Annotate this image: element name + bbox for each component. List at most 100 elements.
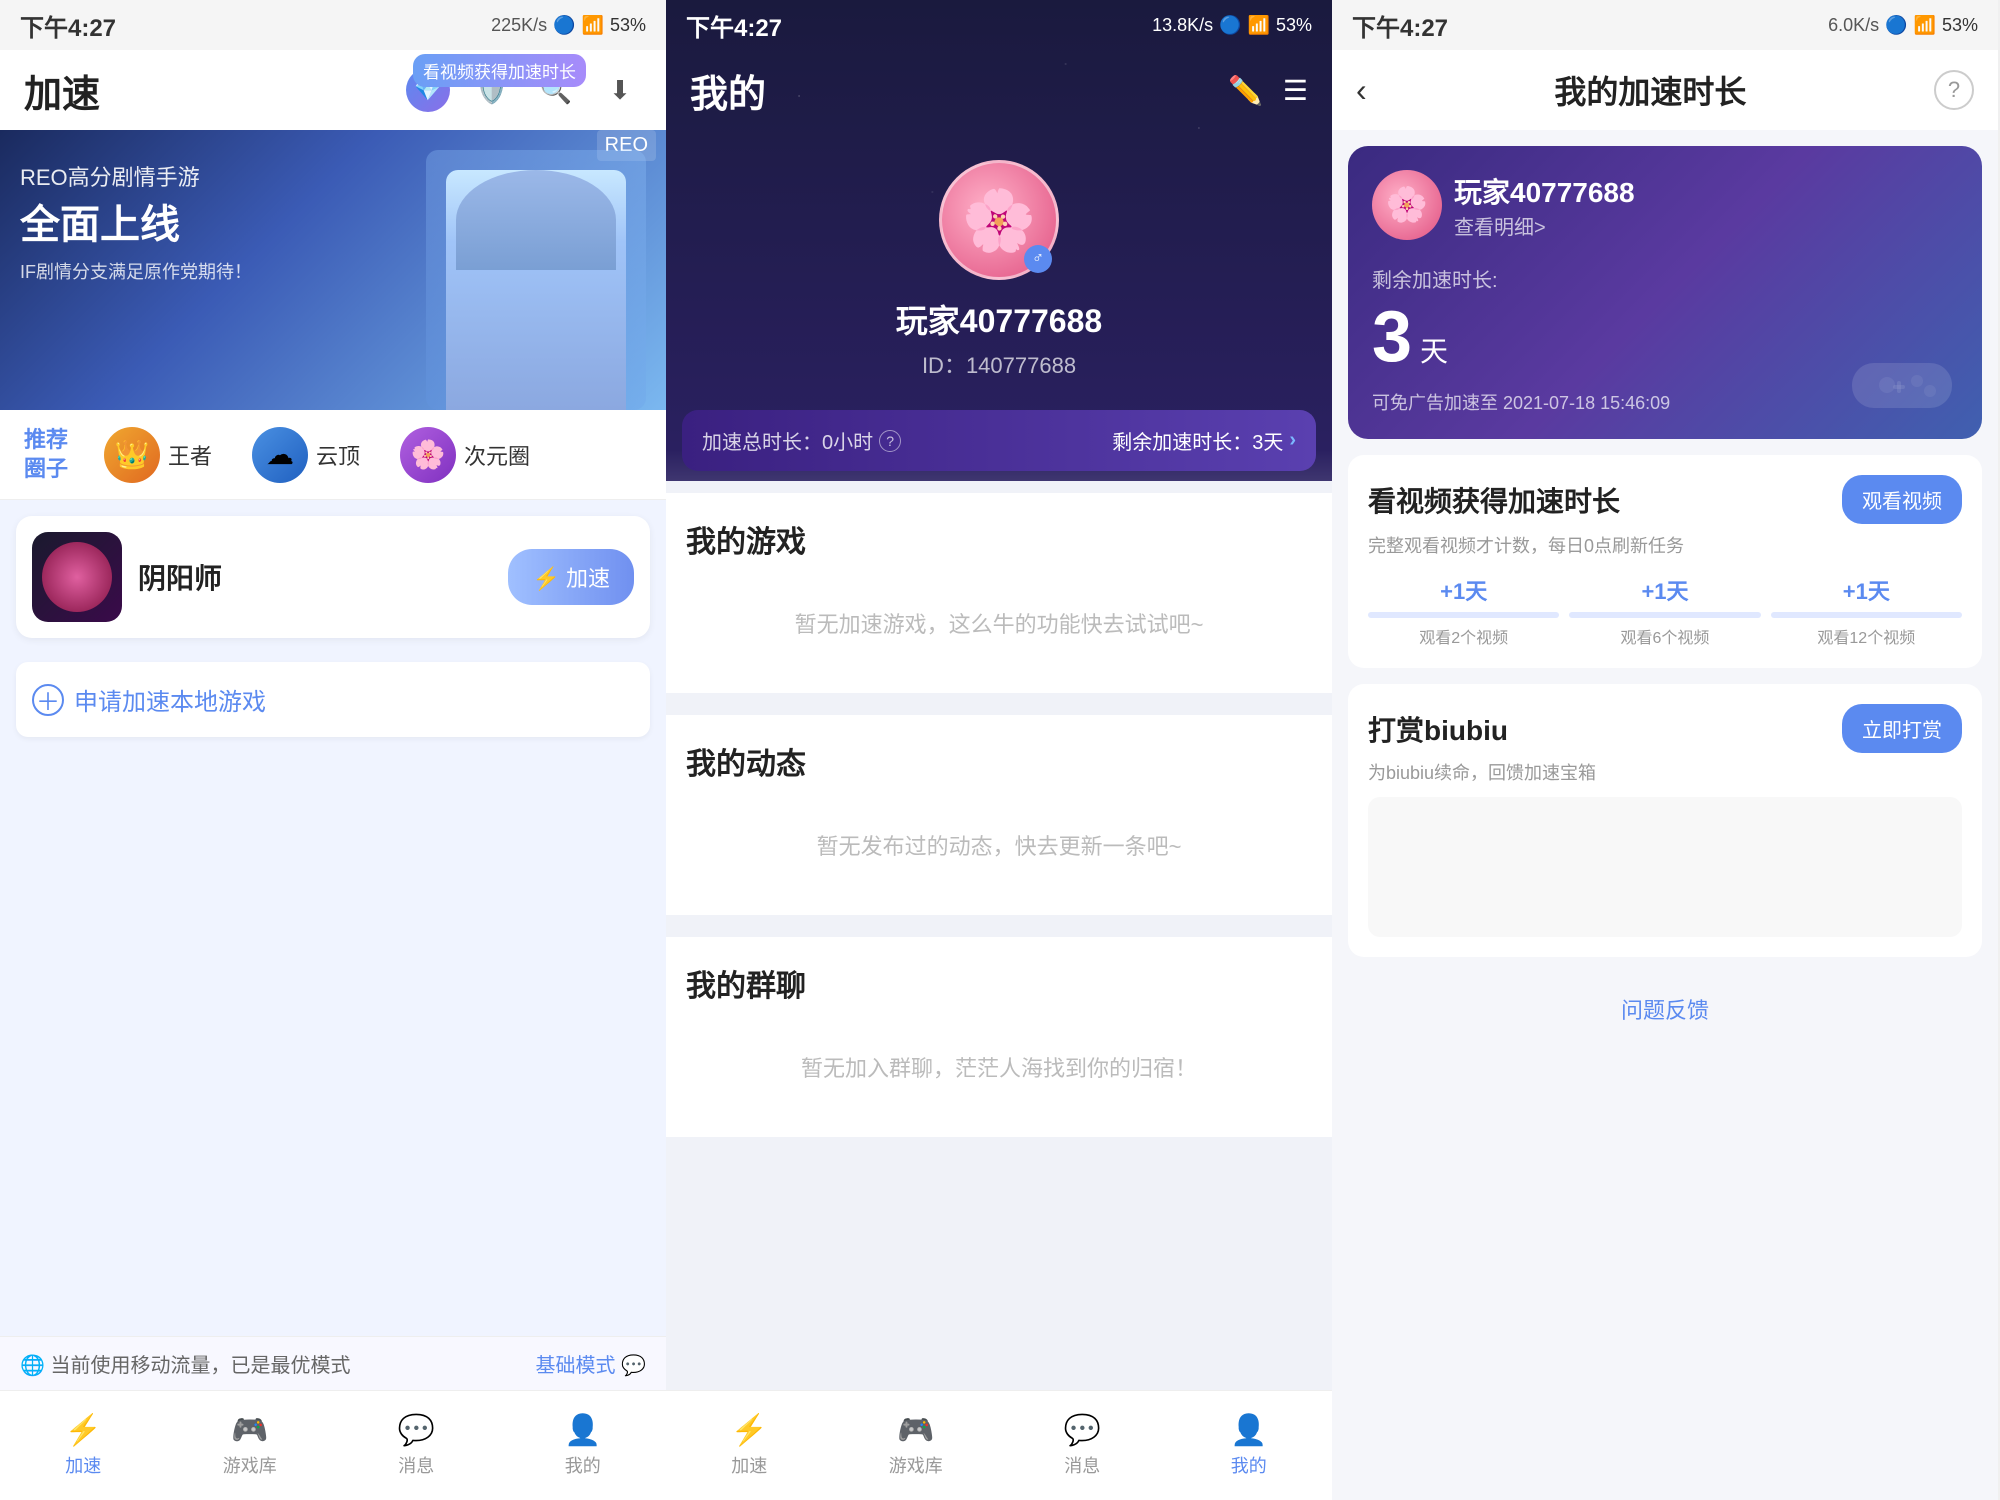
my-feed-title: 我的动态: [686, 739, 1312, 783]
tab-wangzhe[interactable]: 👑 王者: [92, 419, 224, 491]
game-card-yinyangshi: 阴阳师 ⚡ 加速: [16, 516, 650, 638]
watch-video-section: 看视频获得加速时长 观看视频 完整观看视频才计数，每日0点刷新任务 +1天 观看…: [1348, 455, 1982, 668]
user-card-avatar: 🌸: [1372, 170, 1442, 240]
panel-speed-duration: 下午4:27 6.0K/s 🔵 📶 53% ‹ 我的加速时长 ? 🌸 玩家407…: [1332, 0, 1998, 1500]
reward-area: [1368, 797, 1962, 937]
video-task-12: +1天 观看12个视频: [1771, 574, 1962, 648]
bottom-nav-1: ⚡ 加速 🎮 游戏库 💬 消息 👤 我的: [0, 1390, 666, 1500]
panel2-scroll: 我的游戏 暂无加速游戏，这么牛的功能快去试试吧~ 我的动态 暂无发布过的动态，快…: [666, 481, 1332, 1390]
nav-gamelibrary[interactable]: 🎮 游戏库: [167, 1413, 334, 1478]
speed-nav-label-2: 加速: [731, 1452, 767, 1478]
speed-badge: 看视频获得加速时长: [413, 54, 586, 87]
status-icons-3: 6.0K/s 🔵 📶 53%: [1828, 15, 1978, 36]
bottom-tip: 🌐 当前使用移动流量，已是最优模式 基础模式 💬: [0, 1336, 666, 1390]
status-time-2: 下午4:27: [686, 8, 782, 43]
ciyuan-icon: 🌸: [400, 427, 456, 483]
plus-icon: ＋: [32, 684, 64, 716]
help-button[interactable]: ?: [1934, 70, 1974, 110]
wangzhe-icon: 👑: [104, 427, 160, 483]
battery-3: 53%: [1942, 15, 1978, 36]
speed-nav-icon: ⚡: [65, 1413, 102, 1448]
panel2-header: 我的 ✏️ ☰: [666, 50, 1332, 130]
edit-icon[interactable]: ✏️: [1228, 74, 1263, 107]
video-task-6: +1天 观看6个视频: [1569, 574, 1760, 648]
panel1-title: 加速: [24, 63, 100, 118]
anime-hair: [456, 170, 616, 270]
signal-icon-3: 📶: [1914, 15, 1936, 36]
task-label-2: 观看6个视频: [1621, 624, 1710, 648]
nav2-speed[interactable]: ⚡ 加速: [666, 1413, 833, 1478]
speed-indicator-1: 225K/s: [491, 15, 547, 36]
user-card-left: 🌸 玩家40777688 查看明细> 剩余加速时长: 3 天 可免广告加速至 2…: [1372, 170, 1670, 415]
profile-section: 🌸 ♂ 玩家40777688 ID：140777688: [666, 130, 1332, 400]
back-button[interactable]: ‹: [1356, 72, 1367, 109]
reward-desc: 为biubiu续命，回馈加速宝箱: [1368, 759, 1962, 785]
battery-2: 53%: [1276, 15, 1312, 36]
ad-free-text: 可免广告加速至 2021-07-18 15:46:09: [1372, 389, 1670, 415]
my-groups-title: 我的群聊: [686, 961, 1312, 1005]
banner-text: REO高分剧情手游 全面上线 IF剧情分支满足原作党期待！: [20, 160, 252, 284]
task-label-3: 观看12个视频: [1817, 624, 1915, 648]
gamelibrary-nav-label: 游戏库: [223, 1452, 277, 1478]
feedback-link[interactable]: 问题反馈: [1332, 973, 1998, 1045]
nav-speed[interactable]: ⚡ 加速: [0, 1413, 167, 1478]
remaining-unit: 天: [1420, 330, 1448, 370]
reward-title: 打赏biubiu: [1368, 709, 1508, 749]
tab-ciyuan[interactable]: 🌸 次元圈: [388, 419, 542, 491]
question-icon: ?: [879, 430, 901, 452]
apply-local-game[interactable]: ＋ 申请加速本地游戏: [16, 662, 650, 737]
nav2-gamelibrary[interactable]: 🎮 游戏库: [833, 1413, 1000, 1478]
status-time-1: 下午4:27: [20, 8, 116, 43]
banner-sub: REO高分剧情手游: [20, 160, 252, 192]
user-card: 🌸 玩家40777688 查看明细> 剩余加速时长: 3 天 可免广告加速至 2…: [1348, 146, 1982, 439]
game-icon-yinyangshi: [32, 532, 122, 622]
task-plus-3: +1天: [1843, 574, 1890, 606]
task-label-1: 观看2个视频: [1419, 624, 1508, 648]
watch-desc: 完整观看视频才计数，每日0点刷新任务: [1368, 532, 1962, 558]
nav-messages[interactable]: 💬 消息: [333, 1413, 500, 1478]
tab-yunding[interactable]: ☁ 云顶: [240, 419, 372, 491]
reward-header: 打赏biubiu 立即打赏: [1368, 704, 1962, 753]
nav-profile[interactable]: 👤 我的: [500, 1413, 667, 1478]
task-bar-2: [1569, 612, 1760, 618]
speed-info-bar[interactable]: 加速总时长：0小时 ? 剩余加速时长：3天 ›: [682, 410, 1316, 471]
panel3-title: 我的加速时长: [1554, 67, 1746, 113]
status-bar-2: 下午4:27 13.8K/s 🔵 📶 53%: [666, 0, 1332, 50]
gamelibrary-nav-label-2: 游戏库: [889, 1452, 943, 1478]
speed-button[interactable]: ⚡ 加速: [508, 549, 634, 605]
game-icon-inner: [42, 542, 112, 612]
bottom-nav-2: ⚡ 加速 🎮 游戏库 💬 消息 👤 我的: [666, 1390, 1332, 1500]
remaining-days: 3: [1372, 301, 1412, 373]
messages-nav-icon-2: 💬: [1064, 1413, 1101, 1448]
speed-nav-icon-2: ⚡: [731, 1413, 768, 1448]
my-games-title: 我的游戏: [686, 517, 1312, 561]
nav2-messages[interactable]: 💬 消息: [999, 1413, 1166, 1478]
messages-nav-label: 消息: [398, 1452, 434, 1478]
watch-video-button[interactable]: 观看视频: [1842, 475, 1962, 524]
gamepad-icon: [1842, 343, 1962, 423]
video-task-2: +1天 观看2个视频: [1368, 574, 1559, 648]
banner: REO高分剧情手游 全面上线 IF剧情分支满足原作党期待！ REO: [0, 130, 666, 410]
bluetooth-icon-2: 🔵: [1219, 15, 1241, 36]
task-plus-1: +1天: [1440, 574, 1487, 606]
my-feed-section: 我的动态 暂无发布过的动态，快去更新一条吧~: [666, 715, 1332, 915]
tip-right[interactable]: 基础模式 💬: [536, 1349, 646, 1378]
anime-figure: [446, 170, 626, 410]
reward-button[interactable]: 立即打赏: [1842, 704, 1962, 753]
my-groups-section: 我的群聊 暂无加入群聊，茫茫人海找到你的归宿！: [666, 937, 1332, 1137]
bluetooth-icon: 🔵: [553, 15, 575, 36]
panel3-scroll: 🌸 玩家40777688 查看明细> 剩余加速时长: 3 天 可免广告加速至 2…: [1332, 130, 1998, 1500]
nav2-profile[interactable]: 👤 我的: [1166, 1413, 1333, 1478]
speed-remain-label: 剩余加速时长：3天: [1112, 426, 1283, 455]
avatar: 🌸 ♂: [939, 160, 1059, 280]
panel-profile: 下午4:27 13.8K/s 🔵 📶 53% 我的 ✏️ ☰ 🌸 ♂ 玩家407…: [666, 0, 1332, 1500]
speed-remain-info: 剩余加速时长：3天 ›: [1112, 426, 1296, 455]
menu-icon[interactable]: ☰: [1283, 74, 1308, 107]
user-card-name-group: 玩家40777688 查看明细>: [1454, 171, 1635, 240]
tab-yunding-label: 云顶: [316, 439, 360, 471]
user-card-info: 🌸 玩家40777688 查看明细>: [1372, 170, 1670, 240]
download-icon[interactable]: ⬇: [598, 68, 642, 112]
arrow-icon: ›: [1289, 429, 1296, 452]
banner-figure: [426, 150, 646, 410]
detail-link[interactable]: 查看明细>: [1454, 211, 1635, 240]
